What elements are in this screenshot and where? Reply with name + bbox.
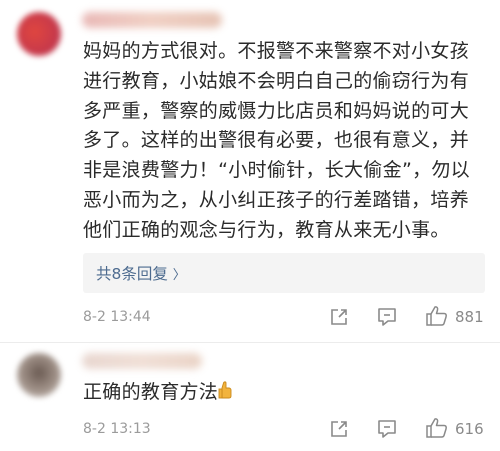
comment-item: 正确的教育方法 8-2 13:13 616 — [0, 343, 500, 451]
like-icon[interactable] — [425, 305, 449, 331]
replies-box[interactable]: 共8条回复 〉 — [83, 253, 485, 293]
comment-icon[interactable] — [376, 418, 398, 444]
comment-item: 妈妈的方式很对。不报警不来警察不对小女孩进行教育，小姑娘不会明白自己的偷窃行为有… — [0, 0, 500, 342]
view-replies-link[interactable]: 共8条回复 〉 — [96, 262, 186, 284]
like-count: 616 — [455, 420, 484, 438]
username[interactable] — [82, 353, 202, 369]
username[interactable] — [82, 12, 222, 28]
avatar[interactable] — [17, 12, 61, 56]
like-count: 881 — [455, 308, 484, 326]
like-icon[interactable] — [425, 417, 449, 443]
share-icon[interactable] — [329, 307, 349, 331]
avatar[interactable] — [17, 353, 61, 397]
comment-timestamp: 8-2 13:13 — [83, 421, 151, 437]
replies-label: 共8条回复 — [96, 265, 173, 283]
comment-text-content: 正确的教育方法 — [83, 381, 219, 403]
comment-icon[interactable] — [376, 306, 398, 332]
comment-text: 正确的教育方法 — [83, 378, 483, 410]
share-icon[interactable] — [329, 419, 349, 443]
chevron-right-icon: 〉 — [172, 268, 186, 283]
comment-text: 妈妈的方式很对。不报警不来警察不对小女孩进行教育，小姑娘不会明白自己的偷窃行为有… — [83, 40, 470, 241]
comment-timestamp: 8-2 13:44 — [83, 309, 151, 325]
thumbs-up-emoji — [218, 380, 232, 410]
